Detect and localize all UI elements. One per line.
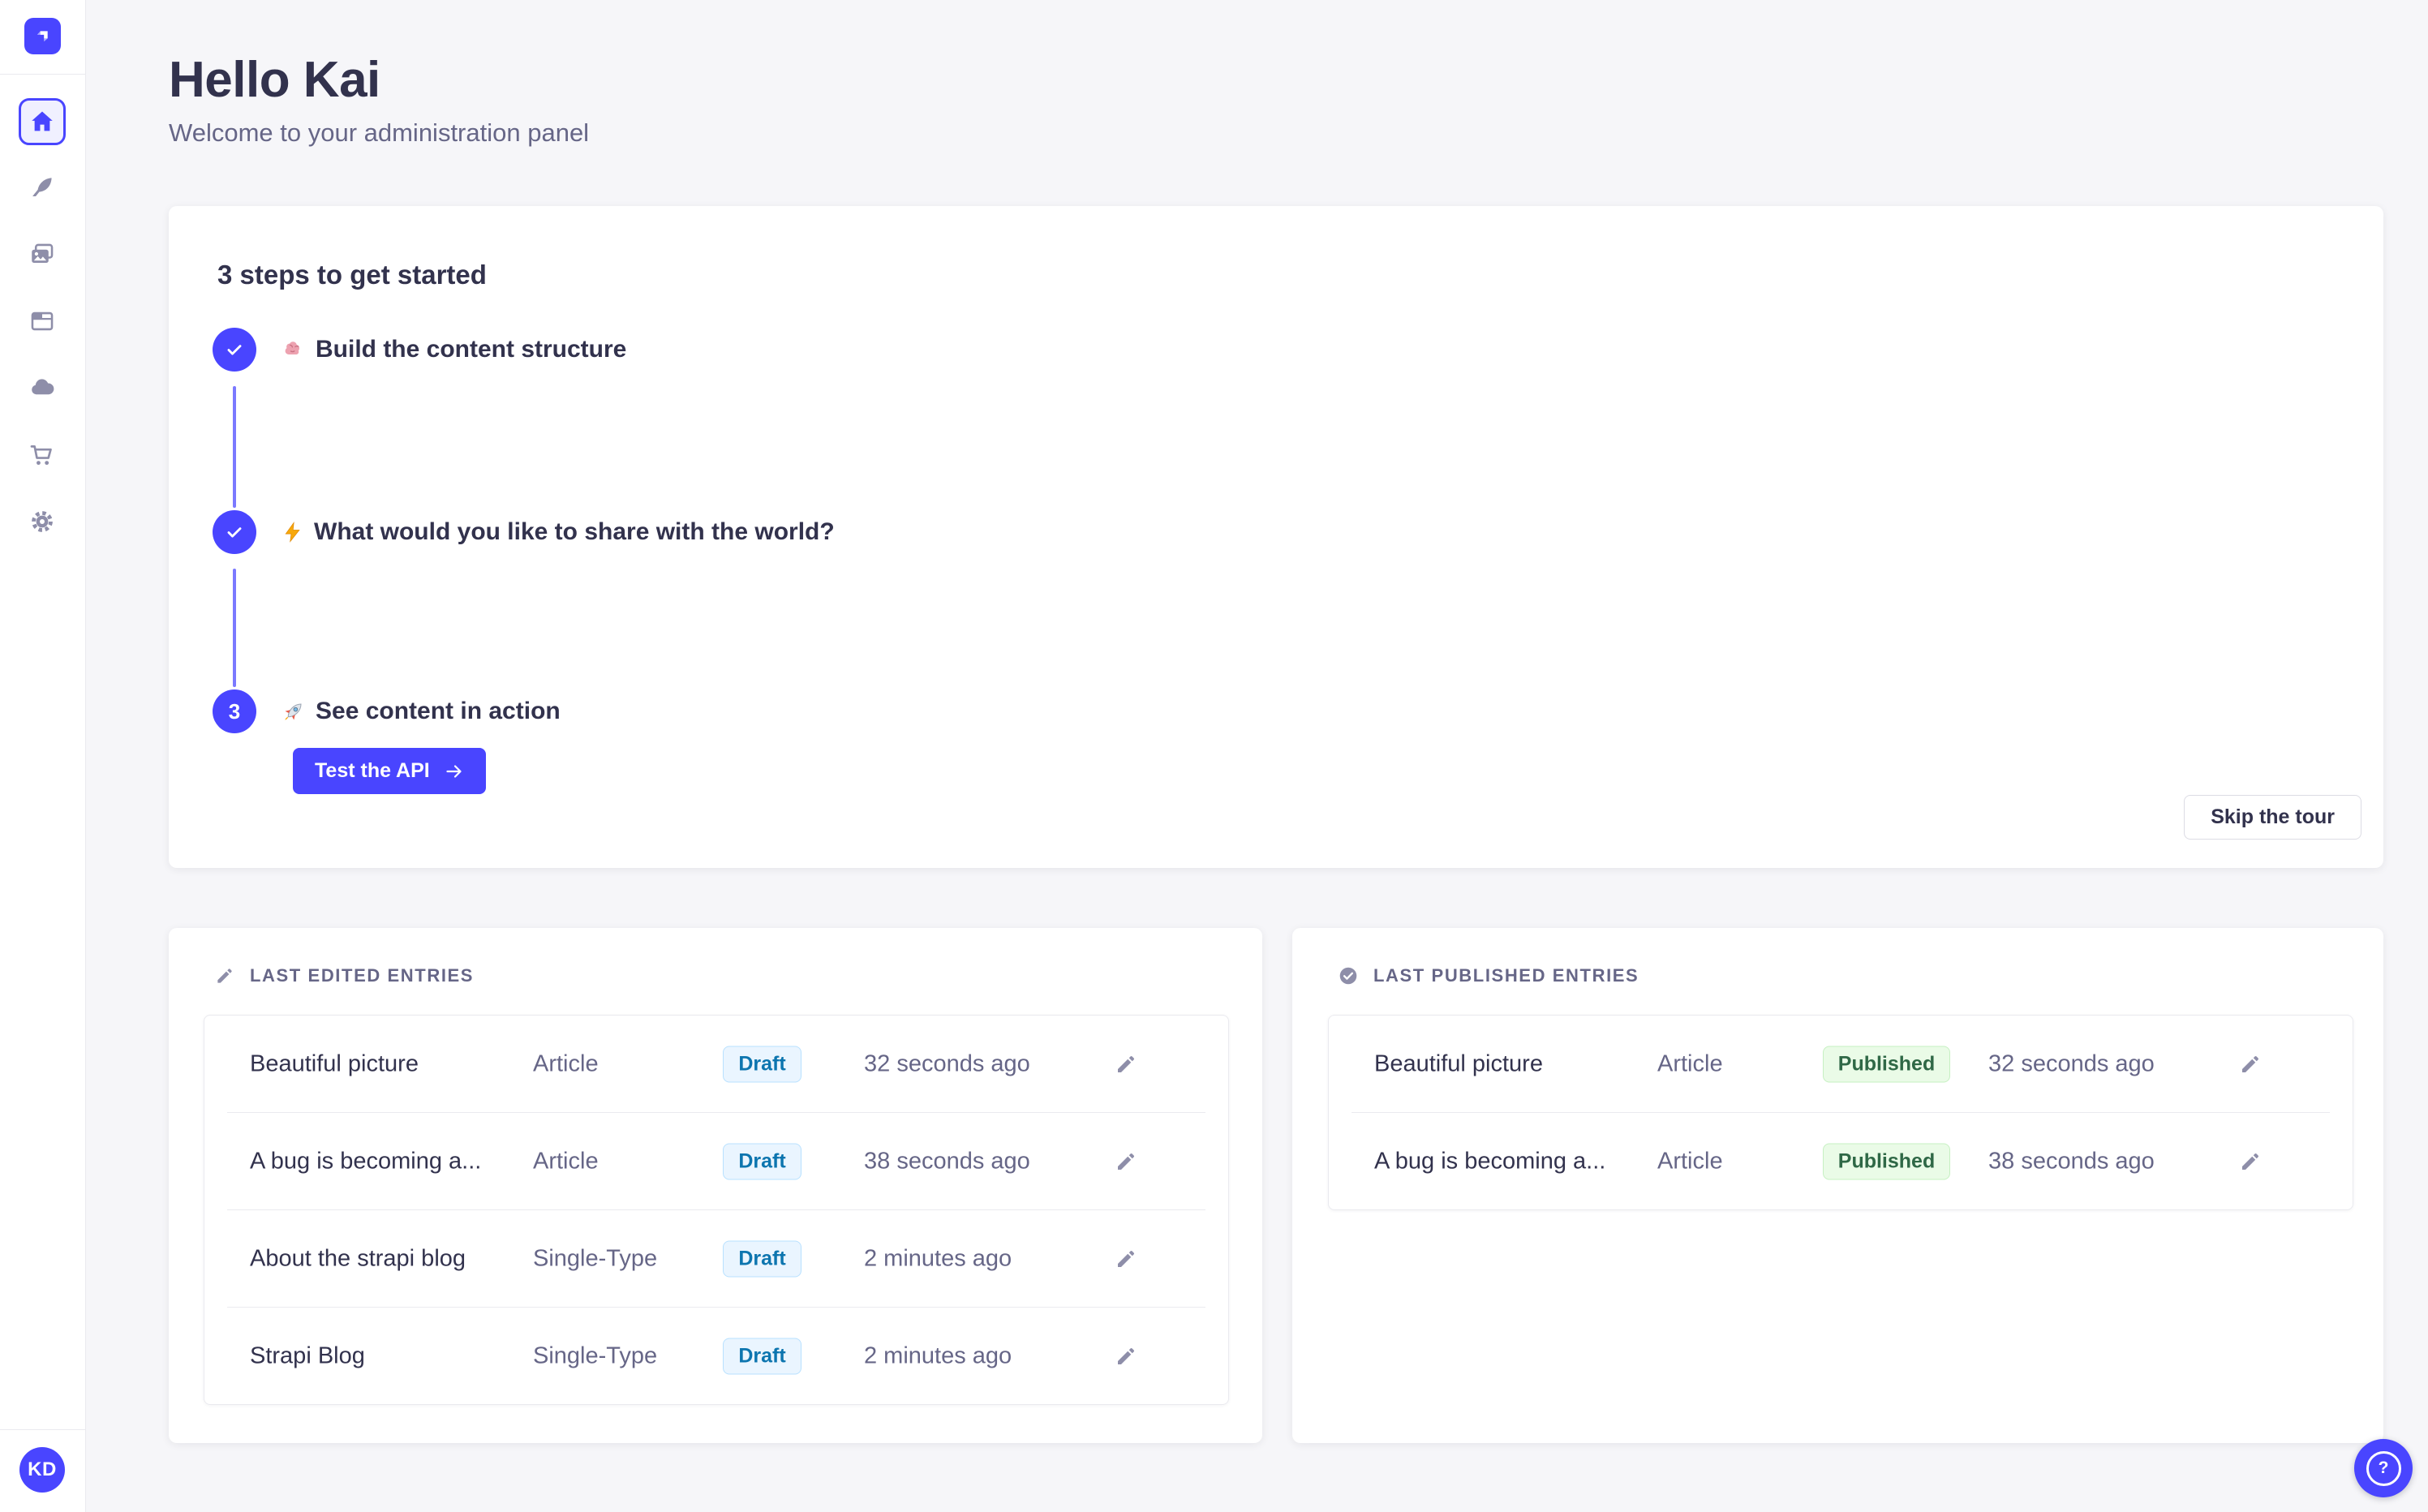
sidebar-divider [0,74,85,75]
last-published-header: LAST PUBLISHED ENTRIES [1338,965,1639,986]
edit-entry-button[interactable] [2229,1043,2271,1085]
sidebar-divider [0,1429,85,1430]
entry-time: 32 seconds ago [864,1050,1030,1076]
step-3-label: See content in action [281,698,561,725]
sidebar-item-settings[interactable] [19,498,66,545]
home-icon [32,111,53,131]
check-icon [227,345,242,355]
entry-time: 32 seconds ago [1988,1050,2155,1076]
step-connector [233,386,236,508]
entry-kind: Article [1657,1148,1723,1174]
user-avatar[interactable]: KD [19,1447,65,1493]
guided-tour-title: 3 steps to get started [217,260,487,290]
entry-time: 38 seconds ago [864,1148,1030,1174]
table-row: Beautiful picture Article Published 32 s… [1329,1016,2353,1112]
last-published-table: Beautiful picture Article Published 32 s… [1328,1015,2353,1210]
entry-time: 2 minutes ago [864,1342,1012,1368]
entry-time: 2 minutes ago [864,1245,1012,1271]
skip-tour-button[interactable]: Skip the tour [2184,795,2361,840]
entry-kind: Article [533,1050,599,1076]
entry-time: 38 seconds ago [1988,1148,2155,1174]
zap-emoji-icon [285,522,300,543]
sidebar-item-content-manager[interactable] [19,164,66,211]
test-api-label: Test the API [315,759,430,782]
edit-entry-button[interactable] [2229,1140,2271,1183]
entry-kind: Article [1657,1050,1723,1076]
last-published-panel: LAST PUBLISHED ENTRIES Beautiful picture… [1292,928,2383,1443]
last-published-title: LAST PUBLISHED ENTRIES [1373,965,1639,986]
entry-title: About the strapi blog [250,1245,466,1271]
step-connector [233,569,236,687]
status-badge: Draft [723,1338,801,1374]
sidebar-item-home[interactable] [19,98,66,145]
edit-entry-button[interactable] [1105,1043,1147,1085]
entry-kind: Single-Type [533,1342,658,1368]
entry-title: Strapi Blog [250,1342,365,1368]
sidebar-item-content-type-builder[interactable] [19,298,66,345]
brain-emoji-icon [285,341,300,354]
check-circle-icon [1339,967,1357,985]
entry-title: Beautiful picture [250,1050,419,1076]
step-2-done-bullet [213,510,256,554]
entry-kind: Single-Type [533,1245,658,1271]
pencil-icon [1118,1153,1134,1170]
step-2-text: What would you like to share with the wo… [314,518,835,545]
edit-entry-button[interactable] [1105,1140,1147,1183]
pencil-icon [217,969,232,983]
step-1-text: Build the content structure [316,336,627,363]
rocket-emoji-icon [285,703,302,720]
pencil-icon [1118,1055,1134,1072]
media-library-icon [32,243,54,264]
status-badge: Draft [723,1143,801,1179]
entry-title: A bug is becoming a... [250,1148,482,1174]
cloud-icon [32,379,54,395]
edit-entry-button[interactable] [1105,1238,1147,1280]
entry-title: Beautiful picture [1374,1050,1543,1076]
sidebar-item-media-library[interactable] [19,230,66,277]
feather-icon [32,178,52,197]
status-badge: Published [1822,1143,1951,1179]
status-badge: Draft [723,1046,801,1082]
last-edited-panel: LAST EDITED ENTRIES Beautiful picture Ar… [169,928,1262,1443]
test-api-button[interactable]: Test the API [293,748,486,794]
status-badge: Draft [723,1240,801,1277]
step-3-text: See content in action [316,698,561,724]
table-row: A bug is becoming a... Article Published… [1329,1112,2353,1209]
sidebar-item-marketplace[interactable] [19,432,66,479]
pencil-icon [2242,1055,2258,1072]
arrow-right-icon [446,764,462,778]
entry-title: A bug is becoming a... [1374,1148,1606,1174]
table-row: A bug is becoming a... Article Draft 38 … [204,1112,1228,1209]
last-edited-table: Beautiful picture Article Draft 32 secon… [204,1015,1229,1405]
table-row: Strapi Blog Single-Type Draft 2 minutes … [204,1307,1228,1404]
step-3-number-bullet: 3 [213,689,256,733]
step-2-label: What would you like to share with the wo… [281,518,835,546]
pencil-icon [2242,1153,2258,1170]
step-3-number: 3 [228,698,241,724]
pencil-icon [1118,1347,1134,1364]
question-mark-circle-icon: ? [2366,1450,2401,1486]
sidebar-item-cloud[interactable] [19,364,66,411]
strapi-logo-icon [37,31,48,42]
strapi-logo[interactable] [24,18,61,54]
guided-tour-card: 3 steps to get started Build the content… [169,206,2383,868]
entry-kind: Article [533,1148,599,1174]
layout-icon [31,311,54,331]
cart-icon [30,445,52,466]
sidebar: KD [0,0,86,1512]
table-row: Beautiful picture Article Draft 32 secon… [204,1016,1228,1112]
gear-icon [32,511,53,532]
last-edited-title: LAST EDITED ENTRIES [250,965,475,986]
step-1-done-bullet [213,328,256,372]
page-title: Hello Kai [169,52,380,108]
help-button[interactable]: ? [2354,1439,2413,1497]
edit-entry-button[interactable] [1105,1335,1147,1377]
status-badge: Published [1822,1046,1951,1082]
check-icon [227,527,242,538]
last-edited-header: LAST EDITED ENTRIES [214,965,474,986]
step-1-label: Build the content structure [281,336,626,363]
page-subtitle: Welcome to your administration panel [169,118,590,147]
pencil-icon [1118,1250,1134,1267]
table-row: About the strapi blog Single-Type Draft … [204,1209,1228,1307]
